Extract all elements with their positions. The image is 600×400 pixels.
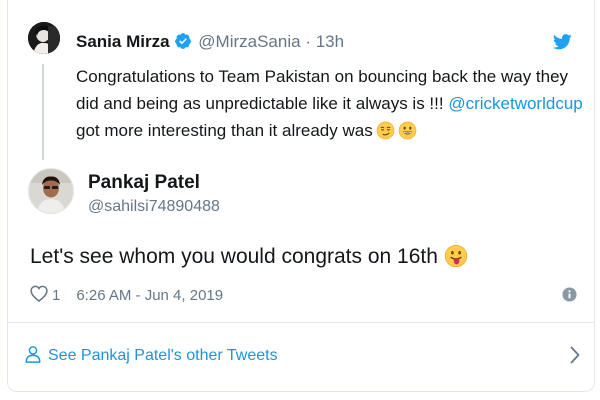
chevron-right-icon[interactable] [570,346,580,369]
embedded-tweet-card: Sania Mirza @MirzaSania · 13h Congratula… [7,0,595,392]
quoted-text-line-2-prefix: did and being as unpredictable like it a… [76,94,449,113]
like-count[interactable]: 1 [52,287,60,304]
sania-mirza-avatar[interactable] [28,22,60,54]
pankaj-patel-avatar[interactable] [28,168,74,214]
see-other-tweets-label[interactable]: See Pankaj Patel's other Tweets [48,347,278,365]
dot-separator: · [305,32,311,51]
tweet-text-body: Let's see whom you would congrats on 16t… [30,245,438,268]
tweet-meta-row: 1 6:26 AM - Jun 4, 2019 [30,285,223,306]
smirk-face-icon [376,121,395,148]
verified-badge-icon [174,32,192,55]
heart-icon[interactable] [30,285,48,306]
tweet-text: Let's see whom you would congrats on 16t… [30,243,468,276]
quoted-text-line-3-text: got more interesting than it already was [76,121,373,140]
quoted-author-handle[interactable]: @MirzaSania [198,32,300,51]
grinning-face-icon [398,121,417,148]
thread-connector-line [42,64,44,160]
person-icon [24,345,42,368]
cricketworldcup-mention-link[interactable]: @cricketworldcup [448,94,582,113]
quoted-text-line-2: did and being as unpredictable like it a… [76,90,588,117]
see-other-tweets-link[interactable]: See Pankaj Patel's other Tweets [24,343,580,369]
quoted-text-line-1: Congratulations to Team Pakistan on boun… [76,67,569,86]
tweet-timestamp[interactable]: 6:26 AM - Jun 4, 2019 [76,287,223,304]
quoted-tweet-text: Congratulations to Team Pakistan on boun… [76,63,588,148]
tongue-out-face-icon [444,244,468,276]
twitter-bird-icon[interactable] [553,34,572,55]
tweet-author-name[interactable]: Pankaj Patel [88,172,200,194]
quoted-author-name[interactable]: Sania Mirza [76,32,170,51]
quoted-text-line-3: got more interesting than it already was [76,117,588,148]
quoted-tweet-time[interactable]: 13h [316,32,344,51]
quoted-tweet-header: Sania Mirza @MirzaSania · 13h [76,32,344,55]
info-icon[interactable] [562,287,577,307]
footer-divider [8,322,594,323]
tweet-author-handle[interactable]: @sahilsi74890488 [88,198,220,216]
